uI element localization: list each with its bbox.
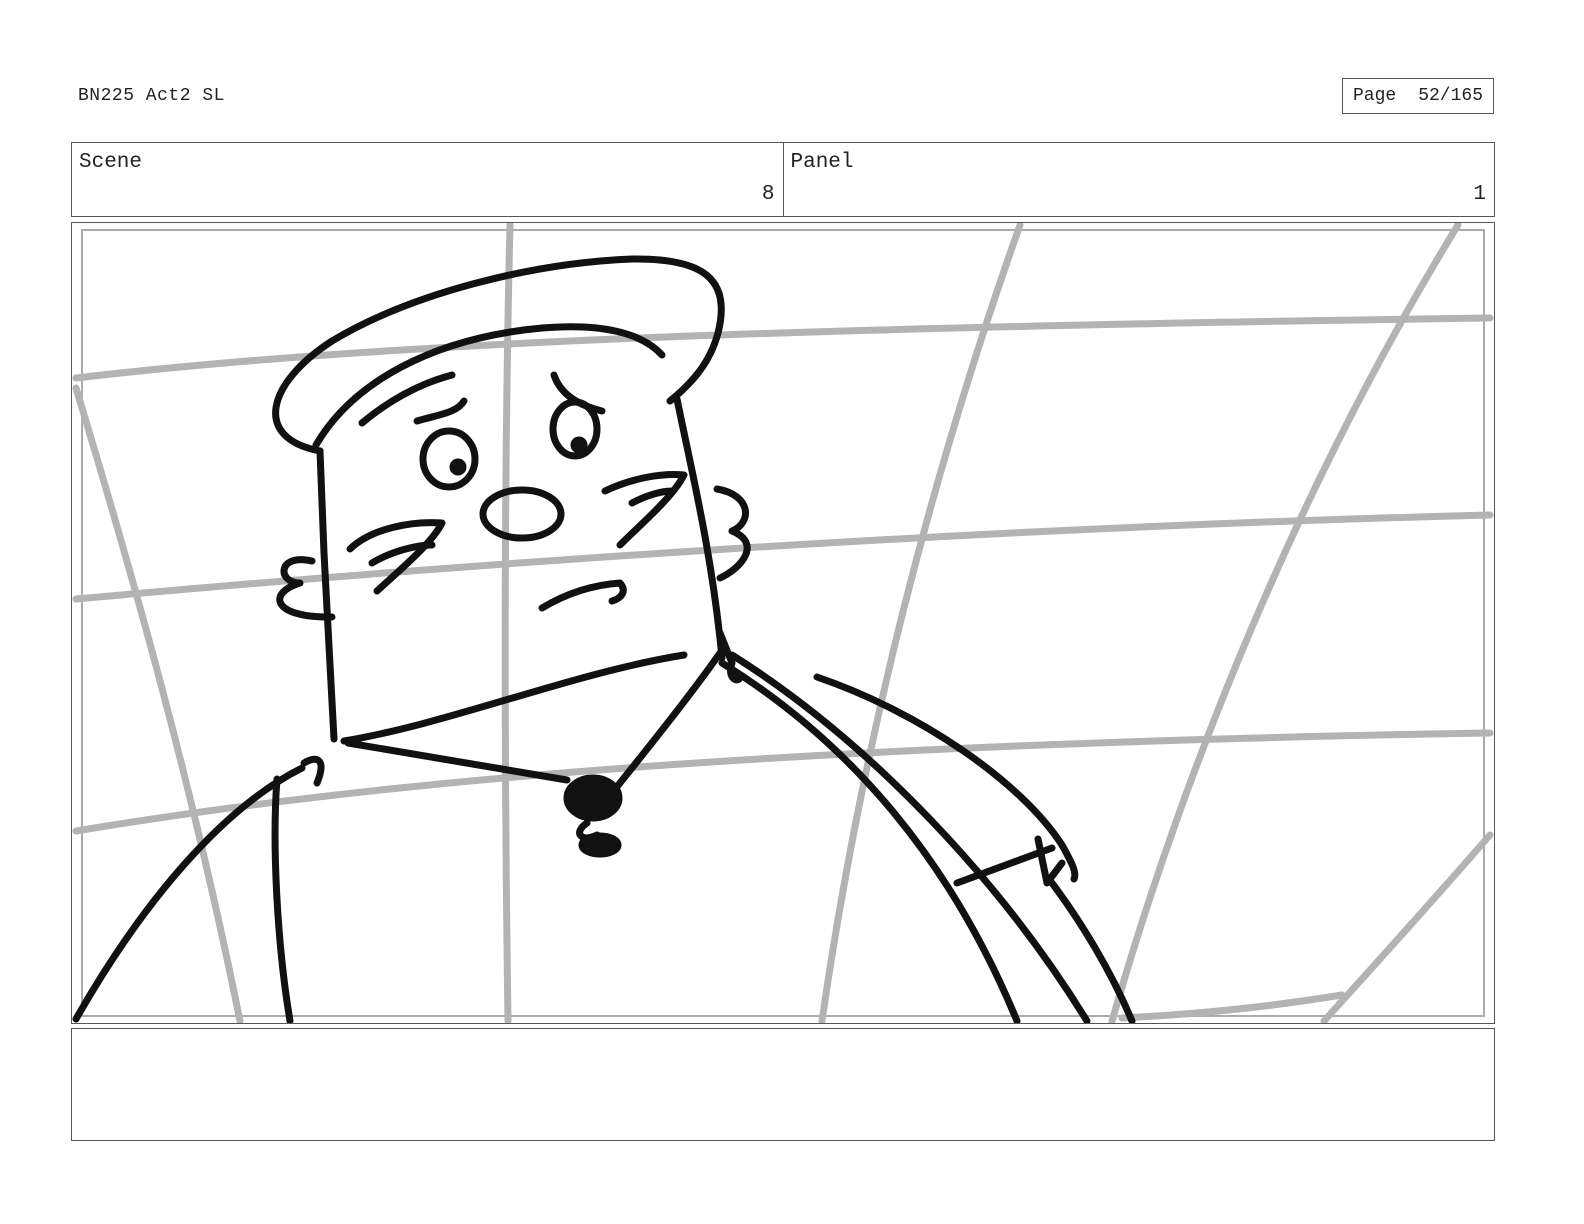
left-eyebrow — [413, 397, 468, 425]
left-eye — [419, 427, 479, 491]
grid-line-h4 — [1118, 991, 1346, 1022]
left-cheek-mark-inner — [368, 541, 436, 567]
grid-line-v5 — [1320, 831, 1494, 1023]
storyboard-sketch — [72, 223, 1494, 1023]
panel-number: 1 — [1473, 183, 1486, 206]
chin-line — [340, 651, 688, 745]
page-number: 52/165 — [1418, 86, 1484, 106]
grid-line-v1 — [72, 384, 244, 1023]
head-left-side — [316, 447, 338, 743]
left-shoulder-hook — [300, 755, 325, 787]
left-arm-line — [271, 775, 294, 1023]
scene-panel-info-row: Scene 8 Panel 1 — [71, 142, 1495, 217]
right-shoulder-inner — [718, 659, 1021, 1023]
nose — [479, 486, 565, 542]
right-shoulder-outer — [813, 673, 1079, 883]
background-grid — [72, 223, 1494, 1023]
right-cheek-mark — [601, 471, 688, 549]
panel-cell: Panel 1 — [782, 143, 1495, 216]
collar-line — [608, 649, 724, 797]
storyboard-title: BN225 Act2 SL — [78, 86, 225, 106]
page-indicator: Page 52/165 — [1342, 78, 1494, 114]
grid-line-v4 — [1108, 223, 1462, 1023]
grid-line-h1 — [72, 314, 1494, 382]
jaw-line — [344, 739, 571, 784]
mouth — [538, 579, 627, 612]
panel-notes-box[interactable] — [71, 1028, 1495, 1141]
head-right-side — [673, 395, 726, 662]
left-cheek-mark — [346, 519, 446, 595]
scene-cell: Scene 8 — [72, 143, 783, 216]
grid-line-v3 — [818, 223, 1024, 1023]
page-label: Page — [1352, 86, 1397, 106]
scene-number: 8 — [761, 183, 775, 206]
panel-label: Panel — [790, 151, 854, 174]
tie-curl — [576, 819, 601, 842]
tie-knot — [563, 774, 623, 822]
right-ear — [713, 485, 751, 582]
safe-area-frame — [81, 229, 1485, 1017]
grid-line-v2 — [501, 223, 514, 1023]
storyboard-panel-frame — [71, 222, 1495, 1024]
scene-label: Scene — [79, 151, 143, 174]
right-pupil — [570, 436, 588, 454]
right-arm-line — [1048, 879, 1136, 1023]
grid-line-h3 — [72, 729, 1494, 835]
left-pupil — [449, 458, 467, 476]
